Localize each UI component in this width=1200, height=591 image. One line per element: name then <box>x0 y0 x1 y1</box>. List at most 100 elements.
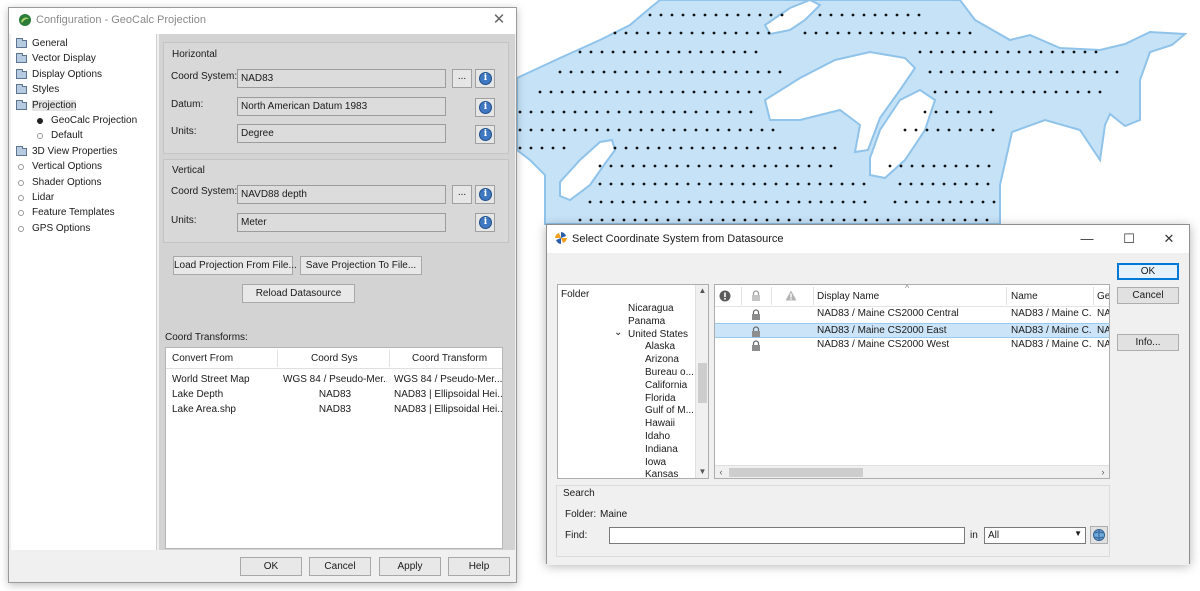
folder-item[interactable]: Hawaii <box>645 418 675 429</box>
help-button[interactable]: Help <box>448 557 510 576</box>
table-row[interactable]: World Street Map WGS 84 / Pseudo-Mer... WG… <box>166 373 502 388</box>
v-coord-browse-button[interactable]: ... <box>452 185 472 204</box>
table-row[interactable]: Lake Area.shp NAD83 NAD83 | Ellipsoidal He… <box>166 403 502 418</box>
table-cell: NAD83 <box>318 389 352 400</box>
close-icon[interactable]: ✕ <box>1157 229 1181 249</box>
scroll-down-icon[interactable]: ▼ <box>696 466 709 478</box>
scroll-right-icon[interactable]: › <box>1097 466 1109 478</box>
folder-item[interactable]: Iowa <box>645 457 666 468</box>
scroll-thumb[interactable] <box>698 363 707 403</box>
cancel-button[interactable]: Cancel <box>1117 287 1179 304</box>
scroll-up-icon[interactable]: ▲ <box>696 285 709 297</box>
sounding-point <box>699 50 703 54</box>
h-coord-browse-button[interactable]: ... <box>452 69 472 88</box>
col-convert-from[interactable]: Convert From <box>172 353 233 364</box>
ok-button[interactable]: OK <box>1117 263 1179 280</box>
sounding-point <box>694 110 698 114</box>
folder-item[interactable]: Gulf of M... <box>645 405 694 416</box>
sounding-point <box>906 13 910 17</box>
save-projection-button[interactable]: Save Projection To File... <box>300 256 422 275</box>
sounding-point <box>1094 50 1098 54</box>
apply-button[interactable]: Apply <box>379 557 441 576</box>
sounding-point <box>644 218 648 222</box>
v-units-field[interactable]: Meter <box>237 213 446 232</box>
close-icon[interactable]: ✕ <box>490 11 508 29</box>
configuration-window: Configuration - GeoCalc Projection ✕ Gen… <box>8 7 517 583</box>
folder-item[interactable]: Panama <box>628 316 665 327</box>
sounding-point <box>716 128 720 132</box>
load-projection-button[interactable]: Load Projection From File... <box>173 256 297 275</box>
sounding-point <box>734 70 738 74</box>
info-button[interactable]: Info... <box>1117 334 1179 351</box>
folder-item[interactable]: Nicaragua <box>628 303 674 314</box>
sounding-point <box>743 50 747 54</box>
table-cell: WGS 84 / Pseudo-Mer... <box>283 374 387 385</box>
sounding-point <box>909 182 913 186</box>
sounding-point <box>725 13 729 17</box>
folder-item[interactable]: Alaska <box>645 341 675 352</box>
tree-item-label: Display Options <box>32 68 103 80</box>
h-coord-info-button[interactable]: i <box>475 69 495 88</box>
sounding-point <box>915 200 919 204</box>
sounding-point <box>628 128 632 132</box>
sounding-point <box>752 164 756 168</box>
folder-item[interactable]: Kansas <box>645 469 678 480</box>
find-label: Find: <box>565 530 588 541</box>
col-coord-transform[interactable]: Coord Transform <box>412 353 487 364</box>
sounding-point <box>756 31 760 35</box>
folder-scrollbar[interactable]: ▲ ▼ <box>695 285 708 478</box>
sounding-point <box>869 31 873 35</box>
folder-item[interactable]: Idaho <box>645 431 670 442</box>
hscroll-thumb[interactable] <box>729 468 863 477</box>
reload-datasource-button[interactable]: Reload Datasource <box>242 284 355 303</box>
scroll-left-icon[interactable]: ‹ <box>715 466 727 478</box>
col-ge[interactable]: Ge <box>1097 291 1109 302</box>
table-row[interactable]: Lake Depth NAD83 NAD83 | Ellipsoidal Hei..… <box>166 388 502 403</box>
select-title-bar: Select Coordinate System from Datasource… <box>547 225 1189 253</box>
globe-search-button[interactable] <box>1090 526 1108 544</box>
sounding-point <box>635 146 639 150</box>
cancel-button[interactable]: Cancel <box>309 557 371 576</box>
table-row[interactable]: NAD83 / Maine CS2000 East NAD83 / Maine C… <box>715 322 1109 338</box>
folder-item[interactable]: United States <box>628 329 688 340</box>
maximize-icon[interactable]: ☐ <box>1117 229 1141 249</box>
select-title: Select Coordinate System from Datasource <box>572 233 784 245</box>
table-row[interactable]: NAD83 / Maine CS2000 Central NAD83 / Main… <box>715 307 1109 322</box>
col-display-name[interactable]: Display Name <box>817 291 879 302</box>
minimize-icon[interactable]: — <box>1075 229 1099 249</box>
h-coord-field[interactable]: NAD83 <box>237 69 446 88</box>
sounding-point <box>908 218 912 222</box>
datum-field[interactable]: North American Datum 1983 <box>237 97 446 116</box>
h-units-field[interactable]: Degree <box>237 124 446 143</box>
search-scope-select[interactable]: All ▼ <box>984 527 1086 544</box>
ok-button[interactable]: OK <box>240 557 302 576</box>
sounding-point <box>840 182 844 186</box>
table-row[interactable]: NAD83 / Maine CS2000 West NAD83 / Maine C… <box>715 338 1109 353</box>
col-coord-sys[interactable]: Coord Sys <box>311 353 358 364</box>
datum-label: Datum: <box>171 99 204 110</box>
folder-item[interactable]: Bureau o... <box>645 367 694 378</box>
v-coord-info-button[interactable]: i <box>475 185 495 204</box>
sounding-point <box>1098 90 1102 94</box>
col-name[interactable]: Name <box>1011 291 1038 302</box>
grid-hscrollbar[interactable]: ‹ › <box>715 465 1109 478</box>
sounding-point <box>609 182 613 186</box>
chevron-down-icon[interactable]: ⌄ <box>614 327 622 338</box>
folder-item[interactable]: Indiana <box>645 444 678 455</box>
h-units-info-button[interactable]: i <box>475 125 495 144</box>
sounding-point <box>620 164 624 168</box>
sounding-point <box>974 218 978 222</box>
find-input[interactable] <box>609 527 965 544</box>
sounding-point <box>1083 50 1087 54</box>
folder-item[interactable]: Florida <box>645 393 676 404</box>
sounding-point <box>931 182 935 186</box>
horizontal-title: Horizontal <box>172 49 218 60</box>
datum-info-button[interactable]: i <box>475 98 495 117</box>
sounding-point <box>1060 70 1064 74</box>
sounding-point <box>756 146 760 150</box>
v-coord-field[interactable]: NAVD88 depth <box>237 185 446 204</box>
folder-item[interactable]: California <box>645 380 687 391</box>
folder-item[interactable]: Arizona <box>645 354 679 365</box>
sounding-point <box>919 218 923 222</box>
v-units-info-button[interactable]: i <box>475 213 495 232</box>
